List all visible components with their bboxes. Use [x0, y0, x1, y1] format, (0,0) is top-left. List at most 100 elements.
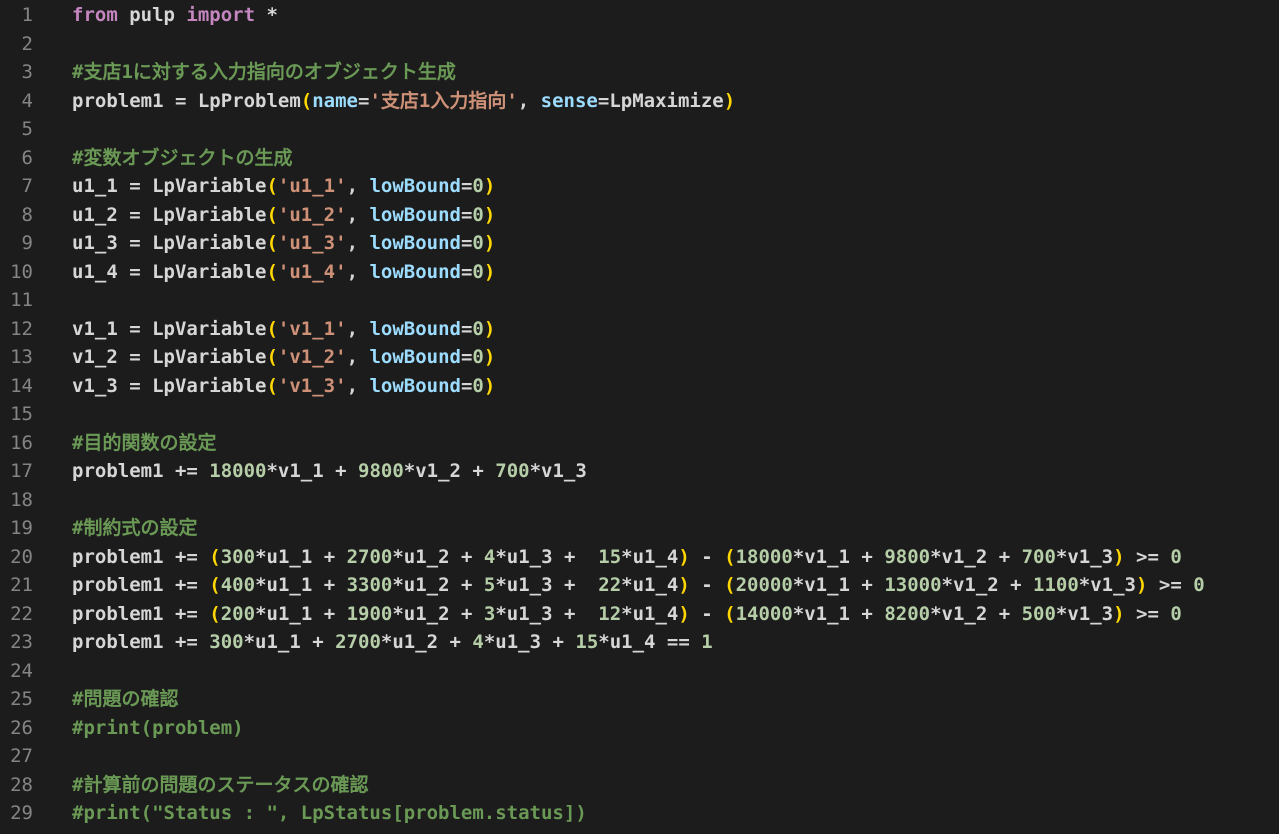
code-token-param: lowBound — [369, 346, 461, 368]
line-number: 21 — [0, 571, 33, 600]
code-editor[interactable]: 1from pulp import *23#支店1に対する入力指向のオブジェクト… — [0, 0, 1279, 828]
code-text — [33, 657, 72, 686]
code-token-plain: problem1 += — [72, 546, 209, 568]
code-token-number: 22 — [598, 574, 621, 596]
code-line: 14v1_3 = LpVariable('v1_3', lowBound=0) — [0, 372, 1279, 401]
code-token-string: 'u1_4' — [278, 261, 347, 283]
code-token-number: 14000 — [736, 603, 793, 625]
code-token-bracket: ( — [266, 175, 277, 197]
code-text: #支店1に対する入力指向のオブジェクト生成 — [33, 58, 456, 87]
code-text: u1_1 = LpVariable('u1_1', lowBound=0) — [33, 172, 495, 201]
code-line: 23problem1 += 300*u1_1 + 2700*u1_2 + 4*u… — [0, 628, 1279, 657]
code-token-plain: problem1 += — [72, 460, 209, 482]
line-number: 7 — [0, 172, 33, 201]
code-token-plain: *v1_2 + — [942, 574, 1034, 596]
code-token-number: 0 — [1170, 603, 1181, 625]
line-number: 6 — [0, 144, 33, 173]
line-number: 23 — [0, 628, 33, 657]
code-token-number: 0 — [472, 204, 483, 226]
code-token-plain: = — [461, 232, 472, 254]
code-token-number: 0 — [472, 346, 483, 368]
code-token-plain: >= — [1125, 603, 1171, 625]
code-token-number: 9800 — [358, 460, 404, 482]
code-token-plain: *v1_2 + — [930, 603, 1022, 625]
code-token-bracket: ) — [484, 261, 495, 283]
code-token-plain: , — [347, 204, 370, 226]
code-token-plain: *u1_4 — [621, 546, 678, 568]
code-token-bracket: ( — [209, 603, 220, 625]
code-token-plain: v1_1 = LpVariable — [72, 318, 266, 340]
code-token-plain: u1_2 = LpVariable — [72, 204, 266, 226]
code-token-number: 5 — [484, 574, 495, 596]
code-line: 29 #print("Status : ", LpStatus[problem.s… — [0, 799, 1279, 828]
code-text — [33, 286, 72, 315]
code-token-plain: *v1_3 — [530, 460, 587, 482]
code-token-param: lowBound — [369, 204, 461, 226]
code-text: u1_4 = LpVariable('u1_4', lowBound=0) — [33, 258, 495, 287]
code-token-plain: *v1_1 + — [793, 546, 885, 568]
code-token-plain: problem1 += — [72, 574, 209, 596]
code-token-bracket: ) — [724, 90, 735, 112]
code-text: problem1 += (200*u1_1 + 1900*u1_2 + 3*u1… — [33, 600, 1182, 629]
code-text — [33, 400, 72, 429]
code-token-plain: *u1_3 + — [495, 574, 598, 596]
code-line: 21problem1 += (400*u1_1 + 3300*u1_2 + 5*… — [0, 571, 1279, 600]
code-token-comment: #print("Status : ", LpStatus[problem.sta… — [72, 802, 587, 824]
code-token-comment: #変数オブジェクトの生成 — [72, 147, 292, 169]
line-number: 20 — [0, 543, 33, 572]
code-token-bracket: ) — [484, 375, 495, 397]
code-token-plain: *u1_2 + — [392, 546, 484, 568]
code-line: 24 — [0, 657, 1279, 686]
code-token-plain: = — [461, 175, 472, 197]
code-token-plain: - — [690, 546, 724, 568]
code-line: 25#問題の確認 — [0, 685, 1279, 714]
code-token-comment: #問題の確認 — [72, 688, 178, 710]
code-line: 12v1_1 = LpVariable('v1_1', lowBound=0) — [0, 315, 1279, 344]
code-token-param: lowBound — [369, 261, 461, 283]
code-token-number: 0 — [472, 232, 483, 254]
code-token-number: 2700 — [335, 631, 381, 653]
code-token-plain: problem1 += — [72, 603, 209, 625]
line-number: 19 — [0, 514, 33, 543]
code-token-bracket: ( — [266, 261, 277, 283]
code-token-keyword: from — [72, 4, 118, 26]
code-token-param: lowBound — [369, 232, 461, 254]
code-token-plain: , — [347, 346, 370, 368]
code-token-string: 'v1_3' — [278, 375, 347, 397]
code-token-plain: *v1_3 — [1056, 603, 1113, 625]
line-number: 1 — [0, 1, 33, 30]
code-line: 1from pulp import * — [0, 1, 1279, 30]
code-token-number: 2700 — [347, 546, 393, 568]
line-number: 17 — [0, 457, 33, 486]
code-token-plain: *v1_1 + — [793, 574, 885, 596]
code-token-comment: #支店1に対する入力指向のオブジェクト生成 — [72, 61, 456, 83]
code-token-number: 18000 — [209, 460, 266, 482]
code-line: 27 — [0, 742, 1279, 771]
line-number: 12 — [0, 315, 33, 344]
code-token-plain: = — [461, 261, 472, 283]
code-token-number: 3 — [484, 603, 495, 625]
code-token-number: 0 — [472, 175, 483, 197]
code-token-string: '支店1入力指向' — [369, 90, 517, 112]
code-token-plain: u1_3 = LpVariable — [72, 232, 266, 254]
code-token-param: name — [312, 90, 358, 112]
code-text: #print("Status : ", LpStatus[problem.sta… — [33, 799, 587, 828]
line-number: 29 — [0, 799, 33, 828]
code-token-plain: *v1_2 + — [930, 546, 1022, 568]
code-token-plain: *u1_4 — [621, 574, 678, 596]
code-token-plain: *u1_1 + — [255, 546, 347, 568]
code-text: problem1 = LpProblem(name='支店1入力指向', sen… — [33, 87, 735, 116]
code-token-number: 0 — [472, 375, 483, 397]
code-token-bracket: ) — [1113, 603, 1124, 625]
code-token-plain: , — [347, 175, 370, 197]
code-token-number: 18000 — [736, 546, 793, 568]
code-token-bracket: ( — [724, 546, 735, 568]
code-line: 19#制約式の設定 — [0, 514, 1279, 543]
code-text: v1_2 = LpVariable('v1_2', lowBound=0) — [33, 343, 495, 372]
code-token-plain: = — [461, 375, 472, 397]
line-number: 22 — [0, 600, 33, 629]
code-line: 13v1_2 = LpVariable('v1_2', lowBound=0) — [0, 343, 1279, 372]
line-number: 18 — [0, 486, 33, 515]
code-line: 16#目的関数の設定 — [0, 429, 1279, 458]
code-token-number: 700 — [1022, 546, 1056, 568]
